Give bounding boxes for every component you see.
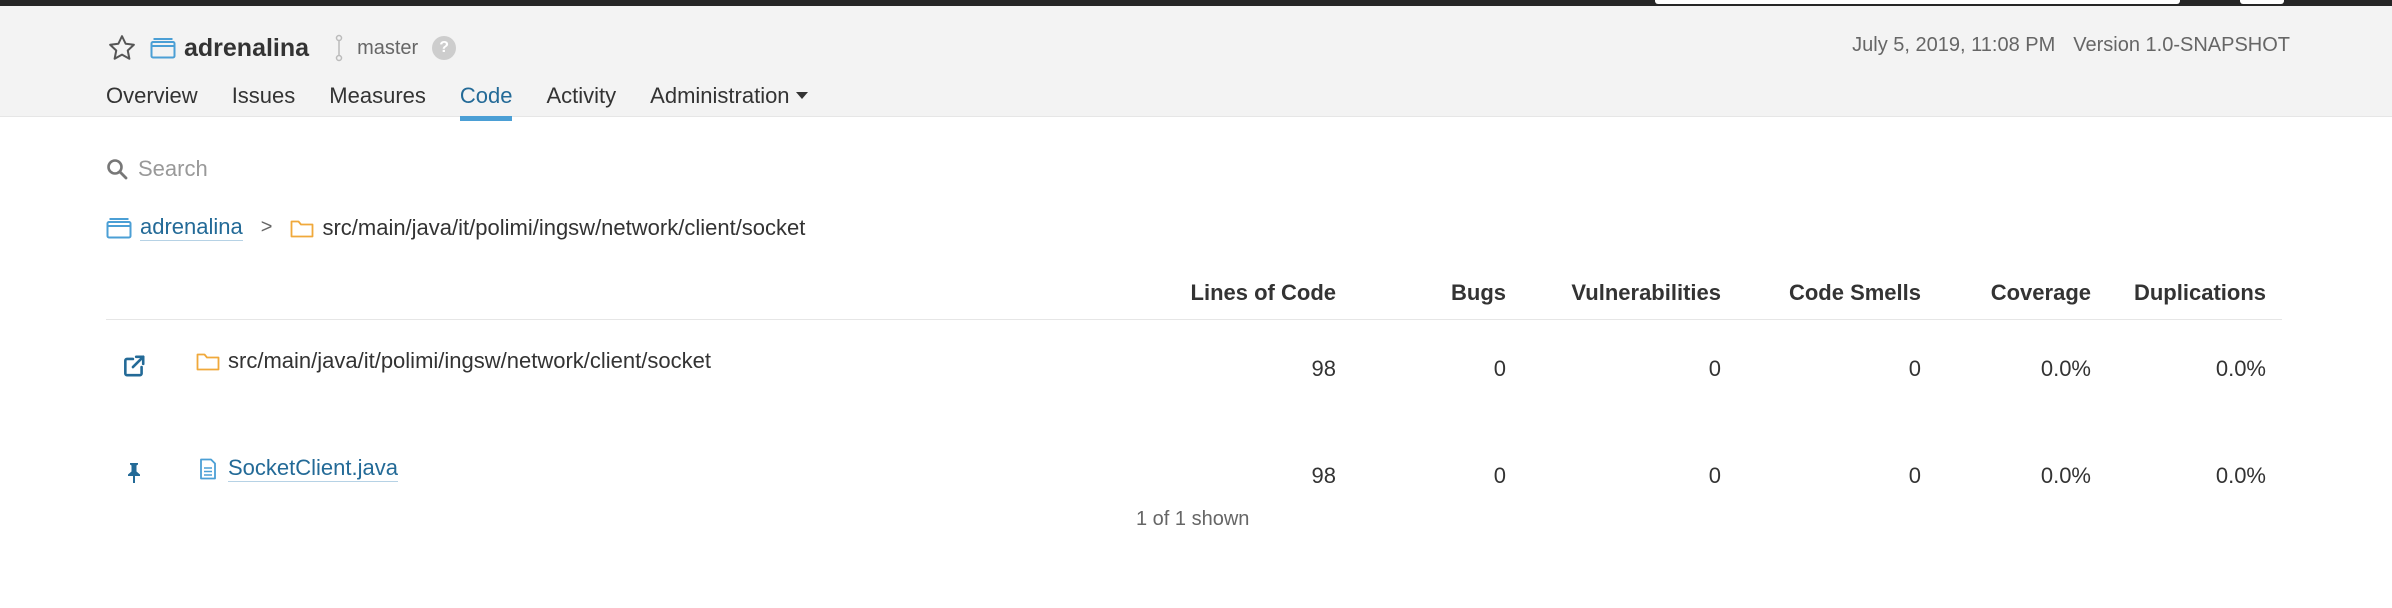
breadcrumb-current: src/main/java/it/polimi/ingsw/network/cl…	[322, 214, 806, 240]
tab-activity[interactable]: Activity	[546, 76, 616, 116]
analysis-meta: July 5, 2019, 11:08 PM Version 1.0-SNAPS…	[1852, 34, 2290, 57]
tab-measures[interactable]: Measures	[329, 76, 426, 116]
column-code-smells[interactable]: Code Smells	[1789, 280, 1921, 306]
global-search-input[interactable]	[1655, 0, 2180, 4]
cell-duplications[interactable]: 0.0%	[2216, 463, 2266, 489]
project-name[interactable]: adrenalina	[184, 34, 309, 63]
cell-coverage[interactable]: 0.0%	[2041, 356, 2091, 382]
column-duplications[interactable]: Duplications	[2134, 280, 2266, 306]
search-icon	[107, 159, 128, 180]
row-name: src/main/java/it/polimi/ingsw/network/cl…	[196, 348, 711, 374]
table-row: src/main/java/it/polimi/ingsw/network/cl…	[106, 320, 2282, 427]
column-vulnerabilities[interactable]: Vulnerabilities	[1571, 280, 1721, 306]
cell-coverage[interactable]: 0.0%	[2041, 463, 2091, 489]
folder-icon	[196, 353, 220, 371]
cell-vulnerabilities[interactable]: 0	[1709, 356, 1721, 382]
pin-icon[interactable]	[120, 459, 148, 487]
external-link-icon[interactable]	[120, 352, 148, 380]
cell-duplications[interactable]: 0.0%	[2216, 356, 2266, 382]
star-icon[interactable]	[106, 32, 138, 64]
cell-vulnerabilities[interactable]: 0	[1709, 463, 1721, 489]
project-icon	[106, 217, 132, 238]
tab-code[interactable]: Code	[459, 76, 512, 121]
project-icon	[150, 38, 176, 59]
code-search[interactable]	[106, 156, 538, 182]
folder-icon	[291, 220, 314, 237]
code-table: Lines of Code Bugs Vulnerabilities Code …	[106, 270, 2282, 534]
results-count: 1 of 1 shown	[1136, 508, 1250, 530]
tab-administration[interactable]: Administration	[650, 76, 808, 116]
row-name-label: src/main/java/it/polimi/ingsw/network/cl…	[228, 348, 711, 373]
column-coverage[interactable]: Coverage	[1991, 280, 2091, 306]
cell-code-smells[interactable]: 0	[1909, 356, 1921, 382]
breadcrumb-separator: >	[260, 216, 273, 238]
branch-name[interactable]: master	[357, 37, 418, 60]
global-action-button[interactable]	[2240, 0, 2284, 4]
project-header: adrenalina master ? July 5, 2019, 11:08 …	[0, 6, 2392, 121]
cell-lines-of-code[interactable]: 98	[1312, 356, 1336, 382]
help-icon[interactable]: ?	[432, 36, 457, 60]
file-icon	[200, 458, 216, 479]
cell-bugs[interactable]: 0	[1494, 463, 1506, 489]
branch-icon	[335, 34, 343, 62]
chevron-down-icon	[795, 91, 808, 99]
analysis-date: July 5, 2019, 11:08 PM	[1852, 34, 2056, 56]
column-bugs[interactable]: Bugs	[1451, 280, 1506, 306]
cell-code-smells[interactable]: 0	[1909, 463, 1921, 489]
file-link[interactable]: SocketClient.java	[228, 455, 398, 482]
tab-issues[interactable]: Issues	[232, 76, 296, 116]
column-lines-of-code[interactable]: Lines of Code	[1191, 280, 1336, 306]
tab-administration-label: Administration	[650, 83, 790, 108]
tab-overview[interactable]: Overview	[106, 76, 198, 116]
project-nav: Overview Issues Measures Code Activity A…	[106, 76, 842, 121]
breadcrumb-root-link[interactable]: adrenalina	[140, 214, 243, 241]
table-header: Lines of Code Bugs Vulnerabilities Code …	[106, 270, 2282, 320]
cell-bugs[interactable]: 0	[1494, 356, 1506, 382]
project-title-row: adrenalina master ?	[106, 26, 457, 70]
breadcrumb: adrenalina > src/main/java/it/polimi/ing…	[106, 214, 805, 241]
row-name: SocketClient.java	[196, 455, 398, 482]
cell-lines-of-code[interactable]: 98	[1312, 463, 1336, 489]
search-input[interactable]	[138, 156, 538, 182]
project-version: Version 1.0-SNAPSHOT	[2073, 34, 2290, 56]
